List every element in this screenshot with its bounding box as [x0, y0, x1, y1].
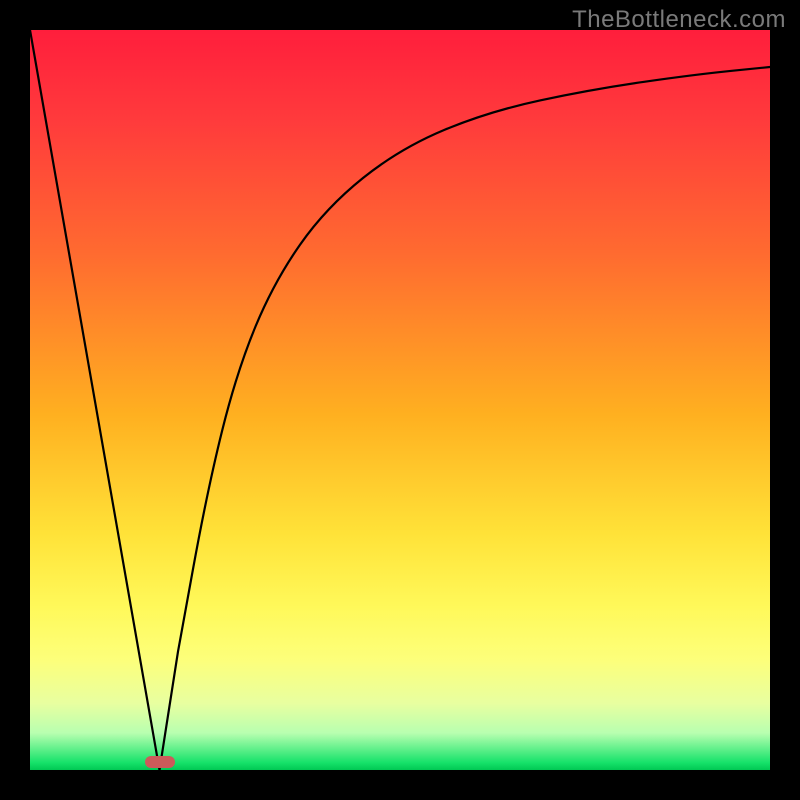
- plot-area: [30, 30, 770, 770]
- curve-svg: [30, 30, 770, 770]
- bottleneck-curve: [30, 30, 770, 770]
- chart-frame: TheBottleneck.com: [0, 0, 800, 800]
- minimum-marker: [145, 756, 175, 768]
